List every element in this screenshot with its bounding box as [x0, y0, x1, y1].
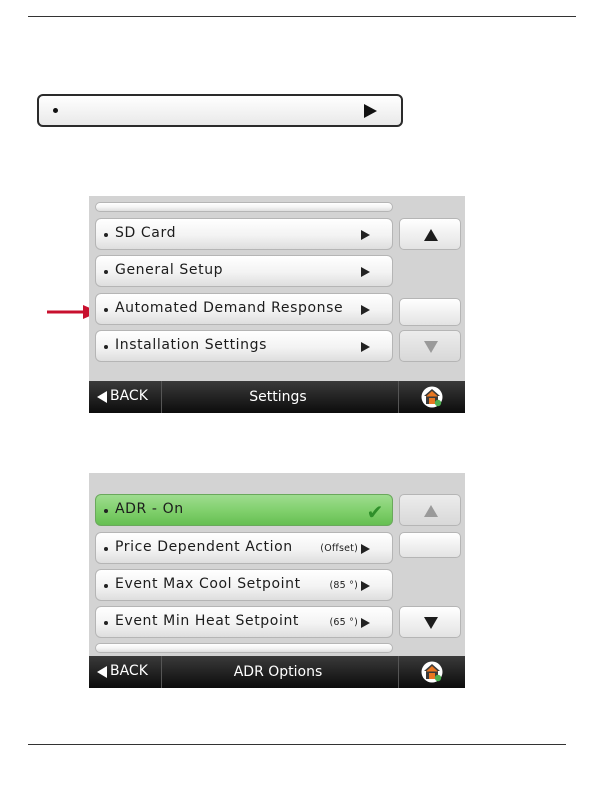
back-button[interactable]: BACK — [89, 381, 162, 413]
menu-item-label: Event Min Heat Setpoint — [115, 613, 300, 629]
menu-item-value: (65 °) — [329, 617, 358, 628]
partial-item — [95, 202, 393, 212]
scroll-down-button[interactable] — [399, 330, 461, 362]
menu-item-label: Price Dependent Action — [115, 539, 293, 555]
bullet-icon — [53, 107, 58, 113]
menu-item-installation-settings[interactable]: Installation Settings — [95, 330, 393, 362]
scroll-up-button[interactable] — [399, 218, 461, 250]
menu-item-general-setup[interactable]: General Setup — [95, 255, 393, 287]
adr-options-screen: ADR - On ✔ Price Dependent Action (Offse… — [89, 473, 465, 688]
menu-item-label: General Setup — [115, 262, 224, 278]
menu-item-label: SD Card — [115, 225, 177, 241]
screen-title: Settings — [249, 389, 307, 405]
right-arrow-icon — [361, 230, 370, 240]
menu-item-price-dependent-action[interactable]: Price Dependent Action (Offset) — [95, 532, 393, 564]
checkmark-icon: ✔ — [366, 500, 384, 524]
back-label: BACK — [110, 663, 148, 679]
scroll-up-button[interactable] — [399, 494, 461, 526]
top-rule — [28, 16, 576, 17]
back-arrow-icon — [97, 391, 107, 403]
home-button[interactable] — [398, 656, 465, 688]
blank-button[interactable] — [399, 532, 461, 558]
up-arrow-icon — [424, 229, 438, 241]
menu-item-label: ADR - On — [115, 501, 184, 517]
home-icon — [421, 661, 443, 683]
bottom-bar: BACK ADR Options — [89, 656, 465, 688]
generic-menu-item — [37, 94, 403, 127]
right-arrow-icon — [361, 544, 370, 554]
bullet-icon — [104, 308, 108, 312]
bullet-icon — [104, 509, 108, 513]
bullet-icon — [104, 233, 108, 237]
menu-item-automated-demand-response[interactable]: Automated Demand Response — [95, 293, 393, 325]
right-arrow-icon — [364, 103, 377, 118]
bullet-icon — [104, 584, 108, 588]
right-arrow-icon — [361, 305, 370, 315]
menu-item-event-min-heat-setpoint[interactable]: Event Min Heat Setpoint (65 °) — [95, 606, 393, 638]
menu-item-label: Automated Demand Response — [115, 300, 344, 316]
screen-title: ADR Options — [233, 664, 323, 680]
scroll-down-button[interactable] — [399, 606, 461, 638]
back-arrow-icon — [97, 666, 107, 678]
right-arrow-icon — [361, 581, 370, 591]
home-icon — [421, 386, 443, 408]
menu-item-value: (Offset) — [320, 543, 358, 554]
back-label: BACK — [110, 388, 148, 404]
home-button[interactable] — [398, 381, 465, 413]
settings-screen: SD Card General Setup Automated Demand R… — [89, 196, 465, 413]
down-arrow-icon — [424, 617, 438, 629]
menu-item-label: Event Max Cool Setpoint — [115, 576, 301, 592]
right-arrow-icon — [361, 267, 370, 277]
down-arrow-icon — [424, 341, 438, 353]
back-button[interactable]: BACK — [89, 656, 162, 688]
menu-item-adr-on[interactable]: ADR - On ✔ — [95, 494, 393, 526]
bullet-icon — [104, 270, 108, 274]
bottom-rule — [28, 744, 566, 745]
partial-item — [95, 643, 393, 653]
bullet-icon — [104, 345, 108, 349]
menu-item-sd-card[interactable]: SD Card — [95, 218, 393, 250]
blank-button[interactable] — [399, 298, 461, 326]
right-arrow-icon — [361, 618, 370, 628]
up-arrow-icon — [424, 505, 438, 517]
bullet-icon — [104, 547, 108, 551]
bottom-bar: BACK Settings — [89, 381, 465, 413]
menu-item-value: (85 °) — [329, 580, 358, 591]
bullet-icon — [104, 621, 108, 625]
right-arrow-icon — [361, 342, 370, 352]
menu-item-event-max-cool-setpoint[interactable]: Event Max Cool Setpoint (85 °) — [95, 569, 393, 601]
menu-item-label: Installation Settings — [115, 337, 268, 353]
